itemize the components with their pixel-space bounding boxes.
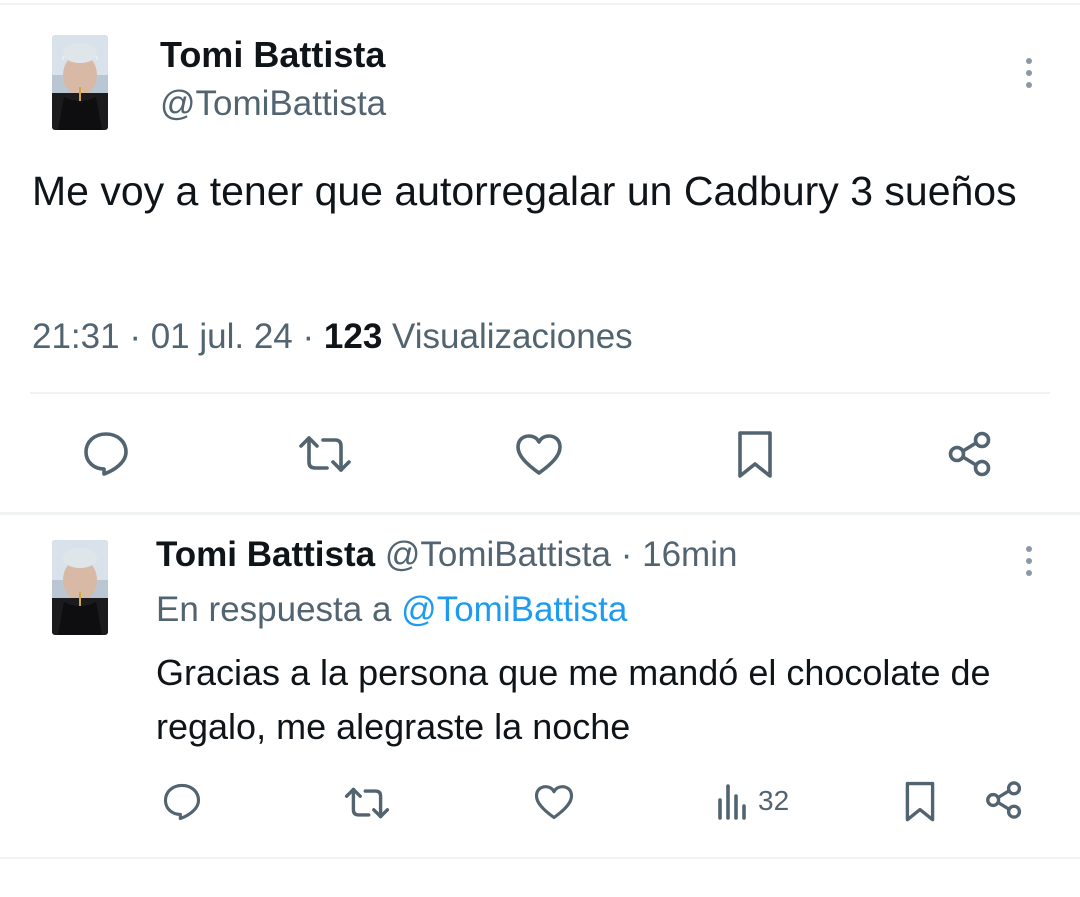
reply-text: Gracias a la persona que me mandó el cho… xyxy=(156,652,991,747)
replying-to-label: En respuesta a xyxy=(156,590,392,629)
avatar[interactable] xyxy=(52,35,108,130)
author-name[interactable]: Tomi Battista xyxy=(156,535,375,574)
divider xyxy=(0,512,1080,515)
share-icon xyxy=(948,431,991,477)
retweet-button[interactable] xyxy=(298,434,352,474)
reply-icon xyxy=(163,783,201,821)
avatar[interactable] xyxy=(52,540,108,635)
meta-separator: · xyxy=(129,317,141,356)
meta-separator: · xyxy=(302,317,315,356)
reply-icon xyxy=(84,432,128,476)
bookmark-button[interactable] xyxy=(904,781,936,823)
retweet-icon xyxy=(344,787,390,819)
top-divider xyxy=(0,3,1080,5)
like-button[interactable] xyxy=(534,784,574,821)
author-handle[interactable]: @TomiBattista xyxy=(385,535,611,574)
replying-to: En respuesta a @TomiBattista xyxy=(156,590,627,630)
meta-separator: · xyxy=(620,535,633,574)
views-label[interactable]: Visualizaciones xyxy=(392,317,633,356)
more-options-icon[interactable] xyxy=(1024,58,1034,94)
share-button[interactable] xyxy=(984,780,1024,820)
reply-button[interactable] xyxy=(162,783,202,821)
time-ago[interactable]: 16min xyxy=(642,535,737,574)
retweet-icon xyxy=(299,436,351,472)
views-icon xyxy=(718,784,746,820)
views-button[interactable]: 32 xyxy=(716,782,789,820)
reply-header: Tomi Battista @TomiBattista · 16min xyxy=(156,535,737,575)
reply-button[interactable] xyxy=(82,431,130,477)
share-button[interactable] xyxy=(946,430,994,478)
divider xyxy=(30,392,1050,394)
tweet-date[interactable]: 01 jul. 24 xyxy=(151,317,293,356)
retweet-button[interactable] xyxy=(344,786,390,820)
tweet-meta: 21:31 · 01 jul. 24 · 123 Visualizaciones xyxy=(32,317,633,357)
bookmark-icon xyxy=(738,431,772,478)
like-icon xyxy=(534,785,574,820)
views-count[interactable]: 123 xyxy=(324,317,382,356)
share-icon xyxy=(986,781,1022,819)
like-button[interactable] xyxy=(515,433,563,477)
tweet-text: Me voy a tener que autorregalar un Cadbu… xyxy=(32,168,1017,214)
author-name[interactable]: Tomi Battista xyxy=(160,34,385,76)
tweet-time[interactable]: 21:31 xyxy=(32,317,120,356)
bookmark-button[interactable] xyxy=(736,430,774,480)
more-options-icon[interactable] xyxy=(1024,546,1034,582)
replying-to-handle[interactable]: @TomiBattista xyxy=(401,590,627,629)
views-count: 32 xyxy=(758,785,790,816)
like-icon xyxy=(516,434,562,475)
author-handle[interactable]: @TomiBattista xyxy=(160,84,386,124)
bottom-divider xyxy=(0,857,1080,859)
bookmark-icon xyxy=(905,781,935,822)
